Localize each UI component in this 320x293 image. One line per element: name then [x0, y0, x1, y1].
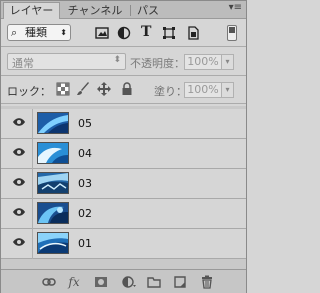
divider — [32, 109, 33, 139]
pixel-filter-icon[interactable] — [95, 26, 109, 40]
lock-image-pixels-brush-icon[interactable] — [76, 82, 90, 96]
type-filter-icon[interactable]: T — [141, 24, 155, 40]
blend-mode-value: 通常 — [12, 57, 34, 70]
layer-filter-row: ⌕ 種類 ⬍ T — [1, 19, 246, 45]
visibility-eye-icon[interactable] — [12, 237, 26, 247]
fill-dropdown-arrow-icon[interactable]: ▾ — [222, 82, 234, 98]
visibility-eye-icon[interactable] — [12, 117, 26, 127]
layer-thumbnail — [37, 232, 69, 254]
updown-arrows-icon: ⬍ — [113, 55, 121, 65]
fx-layer-style-icon[interactable]: fx — [67, 275, 81, 289]
fill-input[interactable]: 100% — [184, 82, 222, 98]
lock-transparent-pixels-icon[interactable] — [56, 82, 70, 96]
panel-tab-bar: レイヤー チャンネル パス ▾≡ — [1, 1, 246, 19]
filter-kind-label: 種類 — [25, 26, 47, 39]
search-icon: ⌕ — [11, 26, 18, 39]
layer-row[interactable]: 03 — [1, 169, 246, 199]
layer-thumbnail — [37, 112, 69, 134]
add-layer-mask-icon[interactable] — [94, 275, 108, 289]
layer-name[interactable]: 03 — [78, 177, 92, 190]
visibility-eye-icon[interactable] — [12, 147, 26, 157]
opacity-input[interactable]: 100% — [184, 54, 222, 70]
layer-thumbnail — [37, 142, 69, 164]
tab-divider — [130, 5, 131, 16]
layer-row[interactable]: 02 — [1, 199, 246, 229]
layers-bottom-toolbar: fx — [1, 269, 246, 293]
trash-delete-layer-icon[interactable] — [200, 275, 214, 289]
visibility-eye-icon[interactable] — [12, 177, 26, 187]
tab-layers[interactable]: レイヤー — [3, 2, 60, 19]
new-adjustment-layer-icon[interactable] — [122, 275, 136, 289]
divider — [32, 229, 33, 259]
layers-list: 05 04 03 02 01 — [1, 106, 246, 269]
tab-channels[interactable]: チャンネル — [63, 3, 127, 18]
new-layer-icon[interactable] — [173, 275, 187, 289]
link-layers-icon[interactable] — [42, 275, 56, 289]
layer-name[interactable]: 02 — [78, 207, 92, 220]
panel-menu-icon[interactable]: ▾≡ — [229, 2, 242, 13]
layer-row[interactable]: 01 — [1, 229, 246, 259]
layer-thumbnail — [37, 172, 69, 194]
lock-all-padlock-icon[interactable] — [120, 82, 134, 96]
layer-thumbnail — [37, 202, 69, 224]
divider — [1, 75, 246, 76]
layer-row[interactable]: 05 — [1, 109, 246, 139]
visibility-eye-icon[interactable] — [12, 207, 26, 217]
blend-mode-select[interactable]: 通常 ⬍ — [7, 53, 126, 70]
shape-filter-icon[interactable] — [162, 26, 176, 40]
layer-row[interactable]: 04 — [1, 139, 246, 169]
divider — [32, 139, 33, 169]
lock-label: ロック： — [7, 85, 51, 98]
tab-paths[interactable]: パス — [133, 3, 163, 18]
divider — [1, 103, 246, 104]
layer-name[interactable]: 01 — [78, 237, 92, 250]
adjustment-filter-icon[interactable] — [117, 26, 131, 40]
updown-arrows-icon: ⬍ — [60, 28, 67, 37]
layer-name[interactable]: 05 — [78, 117, 92, 130]
filter-kind-select[interactable]: ⌕ 種類 ⬍ — [7, 24, 71, 41]
opacity-label: 不透明度： — [130, 57, 185, 70]
filter-toggle-switch[interactable] — [227, 25, 237, 41]
divider — [1, 46, 246, 47]
fill-label: 塗り： — [154, 85, 187, 98]
new-group-folder-icon[interactable] — [147, 275, 161, 289]
layer-name[interactable]: 04 — [78, 147, 92, 160]
layers-panel: レイヤー チャンネル パス ▾≡ ⌕ 種類 ⬍ T 通常 ⬍ 不透明度： 100… — [0, 0, 247, 293]
divider — [32, 169, 33, 199]
opacity-dropdown-arrow-icon[interactable]: ▾ — [222, 54, 234, 70]
lock-position-move-icon[interactable] — [97, 82, 111, 96]
divider — [32, 199, 33, 229]
smart-object-filter-icon[interactable] — [186, 26, 200, 40]
